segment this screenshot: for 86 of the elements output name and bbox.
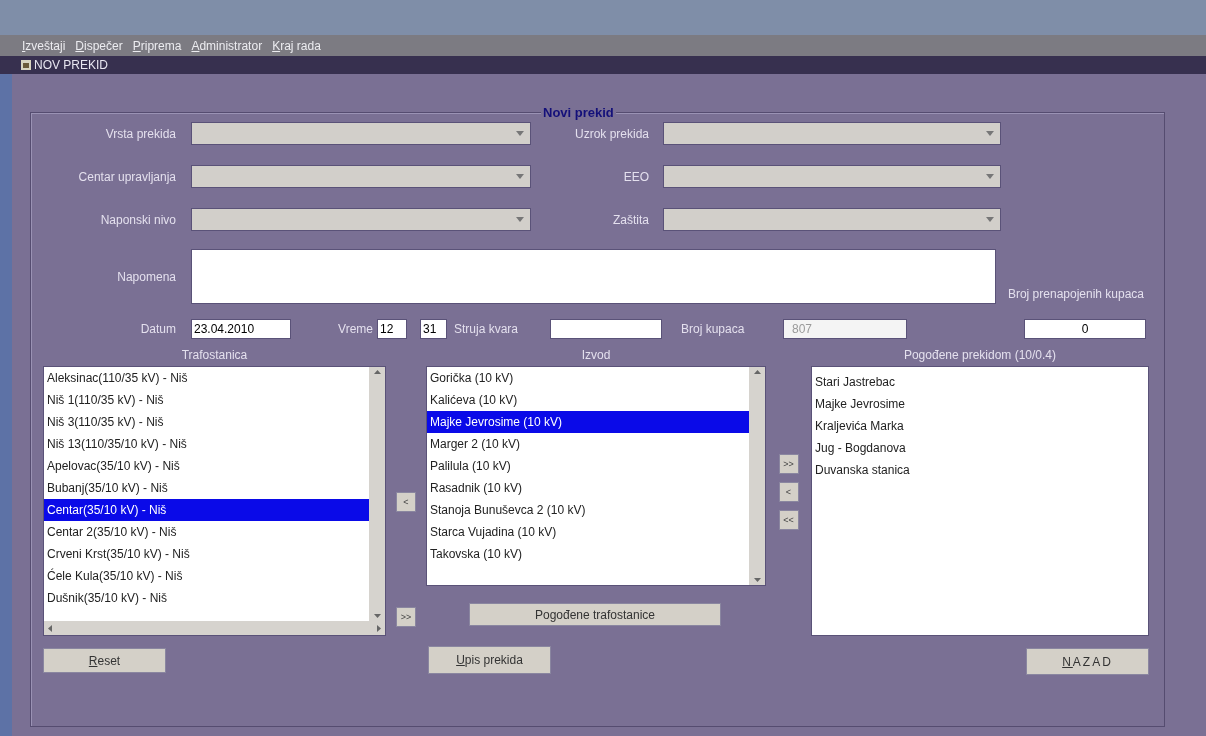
list-item[interactable]: Gorička (10 kV) [427, 367, 749, 389]
list-item[interactable]: Aleksinac(110/35 kV) - Niš [44, 367, 369, 389]
affected-substations-button[interactable]: Pogođene trafostanice [469, 603, 721, 626]
field-label: Datum [139, 321, 176, 338]
hours-field[interactable]: 12 [377, 319, 407, 339]
field-label: Vrsta prekida [104, 125, 176, 143]
list-item[interactable]: Palilula (10 kV) [427, 455, 749, 477]
scroll-up-icon[interactable] [373, 370, 381, 374]
list-item[interactable]: Marger 2 (10 kV) [427, 433, 749, 455]
list-heading: Trafostanica [180, 347, 249, 364]
list-item[interactable]: Niš 1(110/35 kV) - Niš [44, 389, 369, 411]
scroll-up-icon[interactable] [753, 370, 761, 374]
menu-item[interactable]: Izveštaji [22, 36, 66, 55]
vertical-scrollbar[interactable] [749, 367, 765, 585]
list-item[interactable]: Bubanj(35/10 kV) - Niš [44, 477, 369, 499]
move-button[interactable]: >> [778, 454, 799, 474]
dropdown-arrow-icon [516, 174, 524, 179]
reset-button[interactable]: Reset [43, 648, 166, 673]
list-item[interactable]: Apelovac(35/10 kV) - Niš [44, 455, 369, 477]
field-label: Centar upravljanja [77, 168, 176, 186]
field-label: Naponski nivo [99, 211, 176, 229]
fault-current-field[interactable] [550, 319, 662, 339]
menu-item[interactable]: Dispečer [75, 36, 123, 55]
horizontal-scrollbar[interactable] [44, 621, 385, 635]
menu-item[interactable]: Administrator [191, 36, 263, 55]
dropdown-arrow-icon [516, 217, 524, 222]
window-icon [20, 59, 32, 71]
dropdown[interactable] [663, 165, 1001, 188]
move-button[interactable]: < [778, 482, 799, 502]
field-label: Struja kvara [454, 321, 520, 338]
dropdown[interactable] [191, 165, 531, 188]
dropdown[interactable] [191, 122, 531, 145]
field-label: Broj prenapojenih kupaca [1006, 286, 1146, 302]
list-item[interactable]: Jug - Bogdanova [812, 437, 1148, 459]
date-field[interactable]: 23.04.2010 [191, 319, 291, 339]
field-label: Vreme [337, 321, 373, 338]
move-button[interactable]: << [778, 510, 799, 530]
field-label: Napomena [116, 268, 176, 286]
dropdown[interactable] [191, 208, 531, 231]
minutes-field[interactable]: 31 [420, 319, 447, 339]
field-label: EEO [622, 168, 649, 186]
list-item[interactable]: Majke Jevrosime [812, 393, 1148, 415]
dropdown-arrow-icon [516, 131, 524, 136]
scroll-down-icon[interactable] [753, 578, 761, 582]
list-item[interactable]: Kraljevića Marka [812, 415, 1148, 437]
list-item[interactable]: Kalićeva (10 kV) [427, 389, 749, 411]
list-item[interactable]: Ćele Kula(35/10 kV) - Niš [44, 565, 369, 587]
scroll-down-icon[interactable] [373, 614, 381, 618]
list-item[interactable]: Rasadnik (10 kV) [427, 477, 749, 499]
list-item[interactable]: Stanoja Bunuševca 2 (10 kV) [427, 499, 749, 521]
substation-list[interactable] [43, 366, 386, 636]
list-item[interactable]: Starca Vujadina (10 kV) [427, 521, 749, 543]
note-field[interactable] [191, 249, 996, 304]
list-heading: Izvod [580, 347, 612, 364]
list-heading: Pogođene prekidom (10/0.4) [902, 347, 1058, 364]
list-item[interactable]: Duvanska stanica [812, 459, 1148, 481]
scroll-left-icon[interactable] [48, 624, 52, 632]
rerouted-customers-field[interactable]: 0 [1024, 319, 1146, 339]
menu-item[interactable]: Priprema [132, 36, 182, 55]
dropdown[interactable] [663, 208, 1001, 231]
field-label: Zaštita [612, 211, 649, 229]
list-item[interactable]: Takovska (10 kV) [427, 543, 749, 565]
list-item[interactable]: Majke Jevrosime (10 kV) [427, 411, 749, 433]
back-button[interactable]: NAZAD [1026, 648, 1149, 675]
move-button[interactable]: < [396, 492, 416, 512]
list-item[interactable]: Stari Jastrebac [812, 371, 1148, 393]
list-item[interactable]: Crveni Krst(35/10 kV) - Niš [44, 543, 369, 565]
save-button[interactable]: Upis prekida [428, 646, 551, 674]
field-label: Uzrok prekida [573, 125, 649, 143]
dropdown-arrow-icon [986, 217, 994, 222]
scroll-right-icon[interactable] [377, 624, 381, 632]
menu-item[interactable]: Kraj rada [272, 36, 321, 55]
feeder-list[interactable]: Gorička (10 kV) Kalićeva (10 kV) Majke Jevrosime (10 kV) Marger 2 (10 kV) Palilula (10 kV) Rasadnik (10 kV) Stanoja Bunuševca 2 (10 kV) Starca Vujadina (10 kV) Takovska (10 kV) [426, 366, 766, 586]
field-label: Broj kupaca [681, 321, 746, 338]
list-item[interactable]: Centar(35/10 kV) - Niš [44, 499, 369, 521]
list-item[interactable]: Niš 13(110/35/10 kV) - Niš [44, 433, 369, 455]
list-item[interactable]: Centar 2(35/10 kV) - Niš [44, 521, 369, 543]
window-title: NOV PREKID [34, 57, 108, 74]
dropdown-arrow-icon [986, 174, 994, 179]
vertical-scrollbar[interactable] [369, 367, 385, 621]
affected-list[interactable]: Stari Jastrebac Majke Jevrosime Kraljevića Marka Jug - Bogdanova Duvanska stanica [811, 366, 1149, 636]
list-item[interactable]: Dušnik(35/10 kV) - Niš [44, 587, 369, 609]
list-item[interactable]: Niš 3(110/35 kV) - Niš [44, 411, 369, 433]
dropdown[interactable] [663, 122, 1001, 145]
dropdown-arrow-icon [986, 131, 994, 136]
move-button[interactable]: >> [396, 607, 416, 627]
